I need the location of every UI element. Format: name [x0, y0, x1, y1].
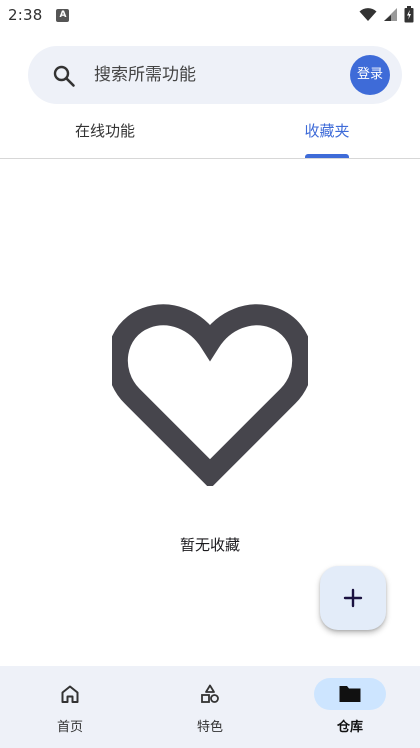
battery-icon: [404, 6, 414, 23]
plus-icon: [343, 588, 363, 608]
tab-selected-indicator: [305, 154, 349, 158]
nav-featured-icon-wrap: [174, 678, 246, 710]
shapes-icon: [201, 684, 219, 703]
notification-a-label: A: [59, 10, 67, 20]
nav-label-storage: 仓库: [336, 720, 363, 735]
status-time: 2:38: [8, 6, 43, 24]
folder-icon: [339, 686, 361, 702]
search-icon: [53, 65, 75, 87]
nav-item-storage[interactable]: 仓库: [280, 666, 420, 748]
add-favorite-button[interactable]: [320, 566, 386, 630]
status-icons: [359, 6, 414, 23]
wifi-icon: [359, 8, 377, 21]
bottom-navigation: 首页 特色 仓库: [0, 666, 420, 748]
search-bar[interactable]: 搜索所需功能 登录: [28, 46, 402, 104]
nav-item-featured[interactable]: 特色: [140, 666, 280, 748]
heart-outline-icon: [112, 304, 308, 486]
nav-home-icon-wrap: [34, 678, 106, 710]
login-button[interactable]: 登录: [350, 55, 390, 95]
tab-online-functions[interactable]: 在线功能: [0, 108, 210, 158]
signal-icon: [384, 8, 397, 21]
search-input[interactable]: 搜索所需功能: [94, 46, 196, 104]
tab-bar: 在线功能 收藏夹: [0, 108, 420, 159]
nav-label-home: 首页: [56, 720, 83, 735]
empty-state-message: 暂无收藏: [179, 536, 240, 554]
status-bar: 2:38 A: [0, 0, 420, 30]
nav-storage-icon-wrap: [314, 678, 386, 710]
home-icon: [61, 685, 79, 703]
nav-label-featured: 特色: [196, 720, 223, 735]
nav-item-home[interactable]: 首页: [0, 666, 140, 748]
notification-a-icon: A: [56, 8, 70, 22]
tab-favorites[interactable]: 收藏夹: [222, 108, 420, 158]
